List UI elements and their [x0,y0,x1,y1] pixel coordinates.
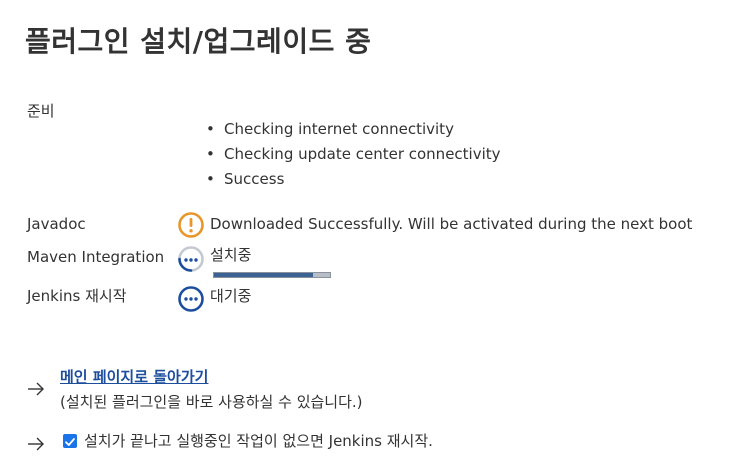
check-item-text: Checking update center connectivity [224,145,501,163]
checkmark-icon [65,438,75,446]
back-to-main-page-link[interactable]: 메인 페이지로 돌아가기 [60,366,208,388]
restart-option-label[interactable]: 설치가 끝나고 실행중인 작업이 없으면 Jenkins 재시작. [84,430,433,452]
install-progress-bar [213,272,331,278]
warning-icon [178,212,204,238]
check-item-text: Checking internet connectivity [224,120,454,138]
connectivity-check-list: • Checking internet connectivity • Checkin… [206,117,501,192]
install-progress-fill [214,273,313,277]
back-link-note: (설치된 플러그인을 바로 사용하실 수 있습니다.) [60,393,363,411]
plugin-name: Javadoc [27,215,86,233]
page-title: 플러그인 설치/업그레이드 중 [25,25,372,58]
arrow-right-icon [28,437,44,451]
restart-checkbox[interactable] [63,434,77,448]
bullet-icon: • [206,170,215,188]
plugin-status-text: 대기중 [210,287,252,305]
plugin-name: Maven Integration [27,248,165,266]
pending-icon [178,286,204,312]
check-item-text: Success [224,170,285,188]
installing-spinner-icon [178,246,204,272]
plugin-status-text: 설치중 [210,246,252,264]
check-item: • Checking update center connectivity [206,142,501,167]
plugin-name: Jenkins 재시작 [27,287,127,305]
preparation-label: 준비 [27,102,55,120]
check-item: • Checking internet connectivity [206,117,501,142]
bullet-icon: • [206,145,215,163]
plugin-status-text: Downloaded Successfully. Will be activat… [210,215,693,233]
bullet-icon: • [206,120,215,138]
arrow-right-icon [28,382,44,396]
check-item: • Success [206,167,501,192]
